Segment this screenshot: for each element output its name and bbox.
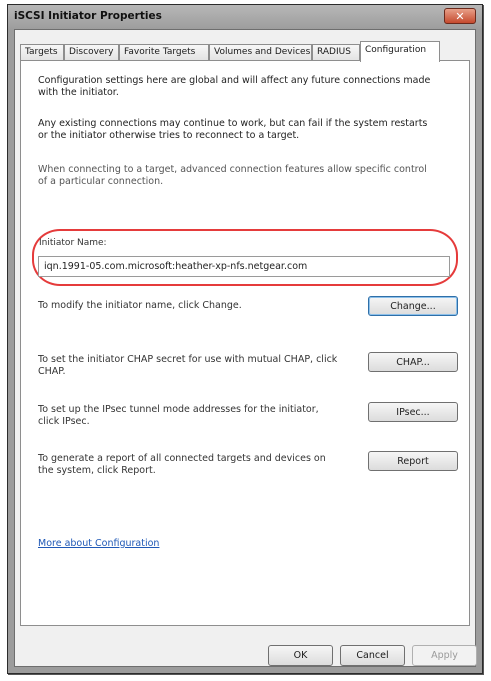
apply-button[interactable]: Apply [412,645,477,666]
more-about-configuration-link[interactable]: More about Configuration [38,538,159,549]
tab-configuration[interactable]: Configuration [360,41,440,62]
change-button[interactable]: Change... [368,296,458,316]
existing-connections-text: Any existing connections may continue to… [38,118,428,141]
initiator-name-field[interactable]: iqn.1991-05.com.microsoft:heather-xp-nfs… [38,256,450,277]
target-connection-text: When connecting to a target, advanced co… [38,164,427,187]
tab-strip: Targets Discovery Favorite Targets Volum… [20,41,470,62]
chap-description: To set the initiator CHAP secret for use… [38,354,338,377]
tab-favorite-targets[interactable]: Favorite Targets [119,44,209,61]
report-description: To generate a report of all connected ta… [38,453,326,476]
tab-radius[interactable]: RADIUS [312,44,360,61]
cancel-button[interactable]: Cancel [340,645,405,666]
change-description: To modify the initiator name, click Chan… [38,300,242,311]
initiator-name-label: Initiator Name: [39,238,107,248]
chap-button[interactable]: CHAP... [368,352,458,372]
tab-volumes-and-devices[interactable]: Volumes and Devices [209,44,312,61]
close-icon: ✕ [455,9,465,23]
tab-targets[interactable]: Targets [20,44,64,61]
report-button[interactable]: Report [368,451,458,471]
window-title: iSCSI Initiator Properties [14,10,162,22]
tab-discovery[interactable]: Discovery [64,44,119,61]
ipsec-button[interactable]: IPsec... [368,402,458,422]
title-bar[interactable]: iSCSI Initiator Properties ✕ [8,5,482,29]
ok-button[interactable]: OK [268,645,333,666]
config-intro-text: Configuration settings here are global a… [38,75,431,98]
iscsi-properties-window: iSCSI Initiator Properties ✕ Targets Dis… [7,4,483,674]
dialog-client-area: Targets Discovery Favorite Targets Volum… [14,29,477,667]
ipsec-description: To set up the IPsec tunnel mode addresse… [38,404,319,427]
close-button[interactable]: ✕ [444,8,476,24]
configuration-panel: Configuration settings here are global a… [20,60,470,626]
